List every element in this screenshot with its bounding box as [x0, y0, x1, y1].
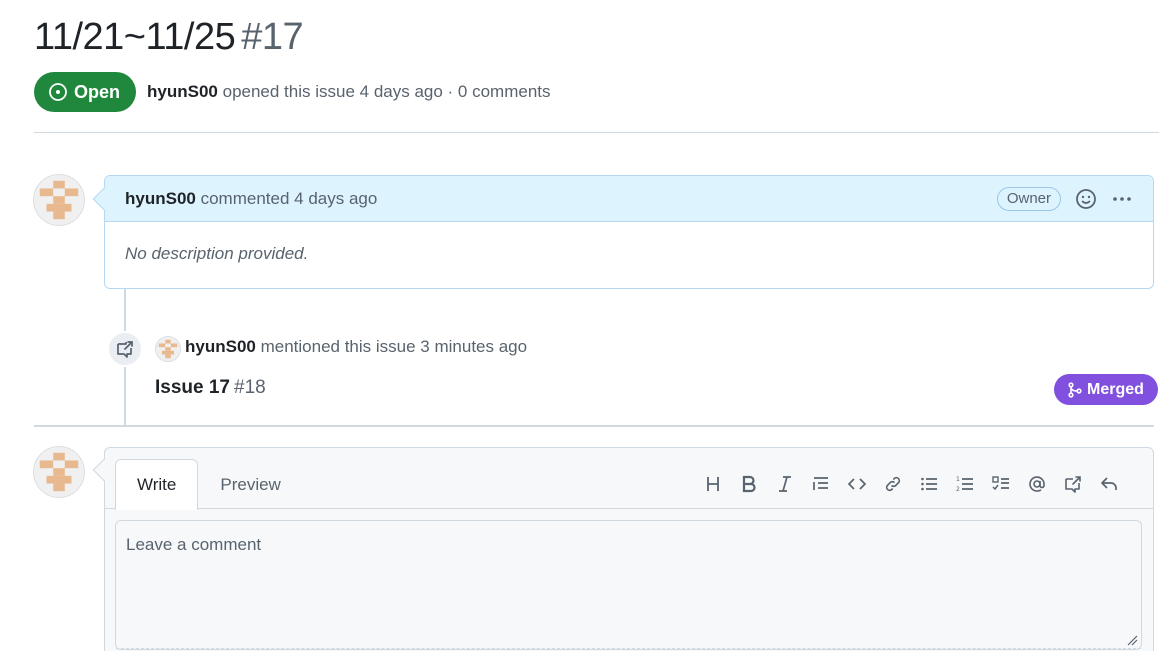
identicon-icon — [156, 337, 180, 361]
comment-textarea[interactable]: Leave a comment — [115, 520, 1142, 650]
tab-preview[interactable]: Preview — [198, 459, 302, 510]
comment-avatar[interactable] — [33, 174, 85, 226]
editor-tabs: Write Preview — [115, 459, 303, 510]
resize-grip-icon[interactable] — [1124, 632, 1138, 646]
timeline-divider — [34, 425, 1154, 427]
svg-text:2: 2 — [956, 486, 960, 493]
identicon-icon — [34, 447, 84, 497]
quote-icon[interactable] — [803, 472, 839, 496]
owner-badge: Owner — [996, 186, 1061, 211]
textarea-footer-rule — [116, 648, 1141, 649]
markdown-toolbar: 12 — [695, 472, 1127, 496]
unordered-list-icon[interactable] — [911, 472, 947, 496]
issue-meta-detail: opened this issue 4 days ago · 0 comment… — [222, 82, 551, 101]
mention-icon[interactable] — [1019, 472, 1055, 496]
header-divider — [34, 132, 1159, 133]
referenced-pr-link[interactable]: Issue 17 #18 — [155, 377, 266, 399]
referenced-pr-title[interactable]: Issue 17 — [155, 377, 230, 398]
cross-reference-icon[interactable] — [1055, 472, 1091, 496]
mention-detail: mentioned this issue 3 minutes ago — [260, 337, 528, 356]
add-reaction-icon[interactable] — [1075, 188, 1097, 210]
comment-header: hyunS00 commented 4 days ago Owner — [92, 176, 1153, 222]
comment-author-link[interactable]: hyunS00 — [125, 189, 196, 208]
issue-title: 11/21~11/25 #17 — [34, 16, 304, 59]
issue-author-link[interactable]: hyunS00 — [147, 82, 218, 101]
issue-state-label: Open — [74, 81, 121, 102]
comment-body: No description provided. — [125, 244, 309, 263]
code-icon[interactable] — [839, 472, 875, 496]
issue-number: #17 — [241, 16, 304, 58]
link-icon[interactable] — [875, 472, 911, 496]
merged-badge: Merged — [1054, 374, 1158, 405]
issue-state-badge: Open — [34, 72, 137, 112]
italic-icon[interactable] — [767, 472, 803, 496]
mention-event-text: hyunS00 mentioned this issue 3 minutes a… — [185, 337, 527, 357]
editor-caret — [92, 458, 116, 482]
referenced-pr-number: #18 — [234, 377, 266, 398]
new-comment-avatar[interactable] — [33, 446, 85, 498]
mention-avatar[interactable] — [155, 336, 181, 362]
comment-editor: Write Preview 12 Leave a comment — [92, 447, 1154, 651]
heading-icon[interactable] — [695, 472, 731, 496]
merged-label: Merged — [1087, 380, 1144, 398]
issue-meta: Open hyunS00 opened this issue 4 days ag… — [34, 72, 551, 112]
git-merge-icon — [1068, 381, 1082, 398]
mention-author-link[interactable]: hyunS00 — [185, 337, 256, 356]
kebab-menu-icon[interactable] — [1111, 188, 1133, 210]
saved-reply-icon[interactable] — [1091, 472, 1127, 496]
identicon-icon — [34, 175, 84, 225]
ordered-list-icon[interactable]: 12 — [947, 472, 983, 496]
cross-reference-icon — [107, 331, 143, 367]
comment-caret — [92, 187, 116, 211]
comment-byline: hyunS00 commented 4 days ago — [125, 189, 377, 209]
svg-text:1: 1 — [956, 476, 960, 483]
issue-meta-text: hyunS00 opened this issue 4 days ago · 0… — [147, 82, 551, 102]
comment-placeholder: Leave a comment — [126, 535, 262, 554]
bold-icon[interactable] — [731, 472, 767, 496]
issue-comment: hyunS00 commented 4 days ago Owner No de… — [92, 175, 1154, 289]
issue-title-text: 11/21~11/25 — [34, 16, 236, 58]
tab-write[interactable]: Write — [115, 459, 199, 510]
comment-timestamp[interactable]: commented 4 days ago — [201, 189, 378, 208]
issue-opened-icon — [49, 83, 67, 101]
task-list-icon[interactable] — [983, 472, 1019, 496]
